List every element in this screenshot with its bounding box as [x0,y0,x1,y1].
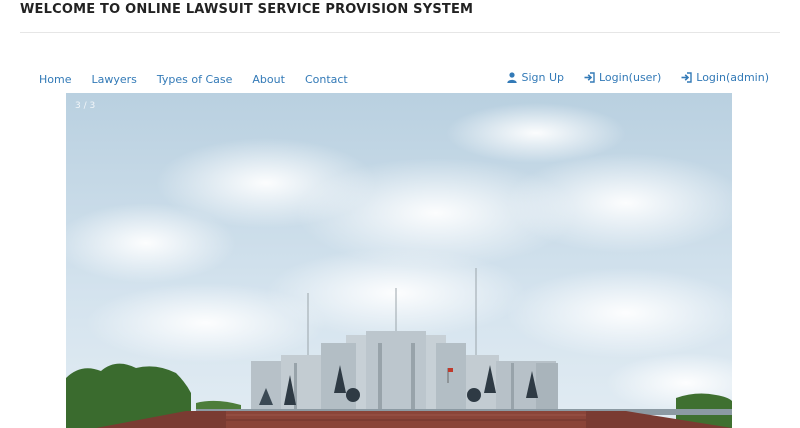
site-title: WELCOME TO ONLINE LAWSUIT SERVICE PROVIS… [20,2,474,17]
login-admin-link[interactable]: Login(admin) [681,71,769,84]
header-divider [20,32,780,33]
main-nav: Home Lawyers Types of Case About Contact [39,68,348,87]
sign-up-link[interactable]: Sign Up [507,71,564,84]
nav-about-link[interactable]: About [252,73,285,86]
parliament-building-photo [66,93,732,428]
login-user-link[interactable]: Login(user) [584,71,661,84]
nav-contact-link[interactable]: Contact [305,73,348,86]
user-icon [507,72,518,83]
login-icon [681,72,692,83]
login-user-label: Login(user) [599,71,662,84]
image-carousel[interactable]: 3 / 3 [66,93,732,428]
login-admin-label: Login(admin) [696,71,769,84]
sign-up-label: Sign Up [521,71,564,84]
login-icon [584,72,595,83]
nav-home-link[interactable]: Home [39,73,71,86]
slide-counter: 3 / 3 [75,101,96,111]
nav-types-of-case-link[interactable]: Types of Case [157,73,233,86]
account-nav: Sign Up Login(user) Login(admin) [487,68,769,87]
nav-lawyers-link[interactable]: Lawyers [91,73,136,86]
